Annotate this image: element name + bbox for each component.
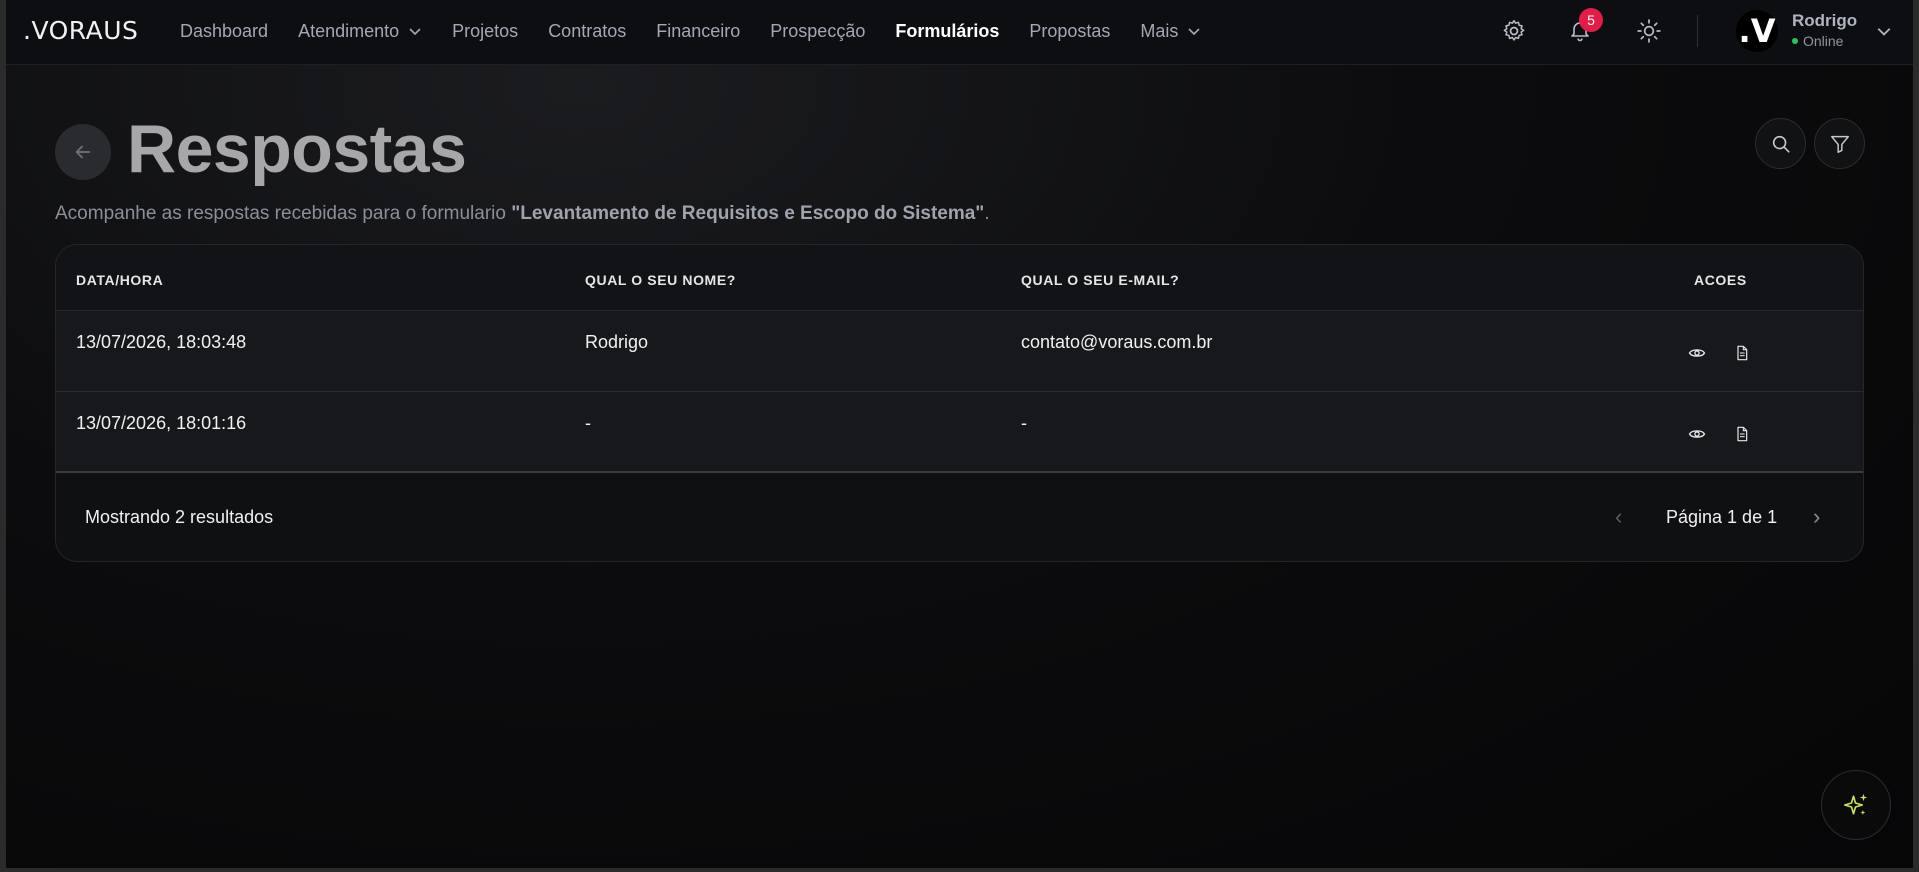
back-button[interactable] xyxy=(55,124,111,180)
export-document-button[interactable] xyxy=(1732,424,1752,444)
view-response-button[interactable] xyxy=(1687,424,1707,444)
notification-count-badge: 5 xyxy=(1579,8,1603,32)
chevron-down-icon xyxy=(409,28,421,36)
nav-item-propostas[interactable]: Propostas xyxy=(1029,21,1110,42)
ai-assistant-button[interactable] xyxy=(1821,770,1891,840)
theme-toggle-button[interactable] xyxy=(1634,16,1664,46)
user-name[interactable]: Rodrigo xyxy=(1792,11,1857,31)
main-nav: Dashboard Atendimento Projetos Contratos… xyxy=(180,0,1231,62)
cell-datetime: 13/07/2026, 18:03:48 xyxy=(76,332,247,352)
responses-table-card: DATA/HORA QUAL O SEU NOME? QUAL O SEU E-… xyxy=(55,244,1864,562)
document-icon xyxy=(1737,345,1748,361)
filter-icon xyxy=(1830,135,1849,153)
column-header-name[interactable]: QUAL O SEU NOME? xyxy=(585,272,736,288)
nav-label: Projetos xyxy=(452,20,519,41)
nav-label: Propostas xyxy=(1029,20,1111,41)
pagination-info: Página 1 de 1 xyxy=(1666,507,1778,527)
chevron-down-icon xyxy=(1188,28,1201,36)
nav-label: Financeiro xyxy=(656,20,741,41)
column-header-actions: ACOES xyxy=(1694,272,1747,288)
settings-button[interactable] xyxy=(1499,16,1529,46)
column-header-email[interactable]: QUAL O SEU E-MAIL? xyxy=(1021,272,1179,288)
cell-email: contato@voraus.com.br xyxy=(1021,332,1213,352)
table-row[interactable]: 13/07/2026, 18:01:16 - - xyxy=(56,392,1863,473)
cell-name: - xyxy=(585,413,591,433)
cell-datetime: 13/07/2026, 18:01:16 xyxy=(76,413,247,433)
arrow-left-icon xyxy=(75,145,91,159)
chevron-down-icon[interactable] xyxy=(1876,23,1892,39)
gear-icon xyxy=(1503,19,1525,41)
table-header: DATA/HORA QUAL O SEU NOME? QUAL O SEU E-… xyxy=(56,245,1863,311)
nav-item-projetos[interactable]: Projetos xyxy=(452,21,518,42)
cell-name: Rodrigo xyxy=(585,332,649,352)
table-row[interactable]: 13/07/2026, 18:03:48 Rodrigo contato@vor… xyxy=(56,311,1863,392)
nav-label: Contratos xyxy=(548,20,627,41)
eye-icon xyxy=(1688,349,1706,357)
subtitle-suffix: . xyxy=(984,203,990,224)
user-status: Online xyxy=(1792,33,1843,49)
nav-item-mais[interactable]: Mais xyxy=(1140,21,1201,42)
brand-logo[interactable]: .VORAUS xyxy=(23,16,138,45)
subtitle-text: Acompanhe as respostas recebidas para o … xyxy=(55,203,512,224)
nav-item-dashboard[interactable]: Dashboard xyxy=(180,21,268,42)
pagination-prev-button[interactable]: ‹ xyxy=(1615,504,1622,530)
sun-icon xyxy=(1637,19,1661,43)
search-button[interactable] xyxy=(1755,118,1806,169)
results-count: Mostrando 2 resultados xyxy=(85,507,274,527)
app-frame: .VORAUS Dashboard Atendimento Projetos C… xyxy=(6,0,1913,868)
pagination-next-button[interactable]: › xyxy=(1813,504,1820,530)
export-document-button[interactable] xyxy=(1732,343,1752,363)
nav-item-contratos[interactable]: Contratos xyxy=(548,21,626,42)
page-subtitle: Acompanhe as respostas recebidas para o … xyxy=(55,203,990,225)
page-title: Respostas xyxy=(127,111,467,187)
nav-label: Prospecção xyxy=(770,20,866,41)
filter-button[interactable] xyxy=(1814,118,1865,169)
status-dot-icon xyxy=(1792,38,1798,44)
view-response-button[interactable] xyxy=(1687,343,1707,363)
column-header-datetime[interactable]: DATA/HORA xyxy=(76,272,163,288)
nav-label: Dashboard xyxy=(180,20,269,41)
nav-item-financeiro[interactable]: Financeiro xyxy=(656,21,740,42)
document-icon xyxy=(1737,426,1748,442)
sparkles-icon xyxy=(1843,793,1868,815)
nav-item-formularios[interactable]: Formulários xyxy=(895,21,999,42)
nav-label: Mais xyxy=(1140,20,1179,41)
eye-icon xyxy=(1688,430,1706,438)
avatar[interactable]: .V xyxy=(1736,10,1778,52)
nav-item-prospeccao[interactable]: Prospecção xyxy=(770,21,865,42)
nav-item-atendimento[interactable]: Atendimento xyxy=(298,21,422,42)
nav-label: Formulários xyxy=(895,20,1000,41)
nav-label: Atendimento xyxy=(298,20,400,41)
search-icon xyxy=(1772,135,1790,153)
cell-email: - xyxy=(1021,413,1027,433)
top-navbar: .VORAUS Dashboard Atendimento Projetos C… xyxy=(6,0,1913,65)
user-status-label: Online xyxy=(1803,33,1844,49)
nav-divider xyxy=(1697,15,1698,47)
form-name: "Levantamento de Requisitos e Escopo do … xyxy=(511,203,985,224)
